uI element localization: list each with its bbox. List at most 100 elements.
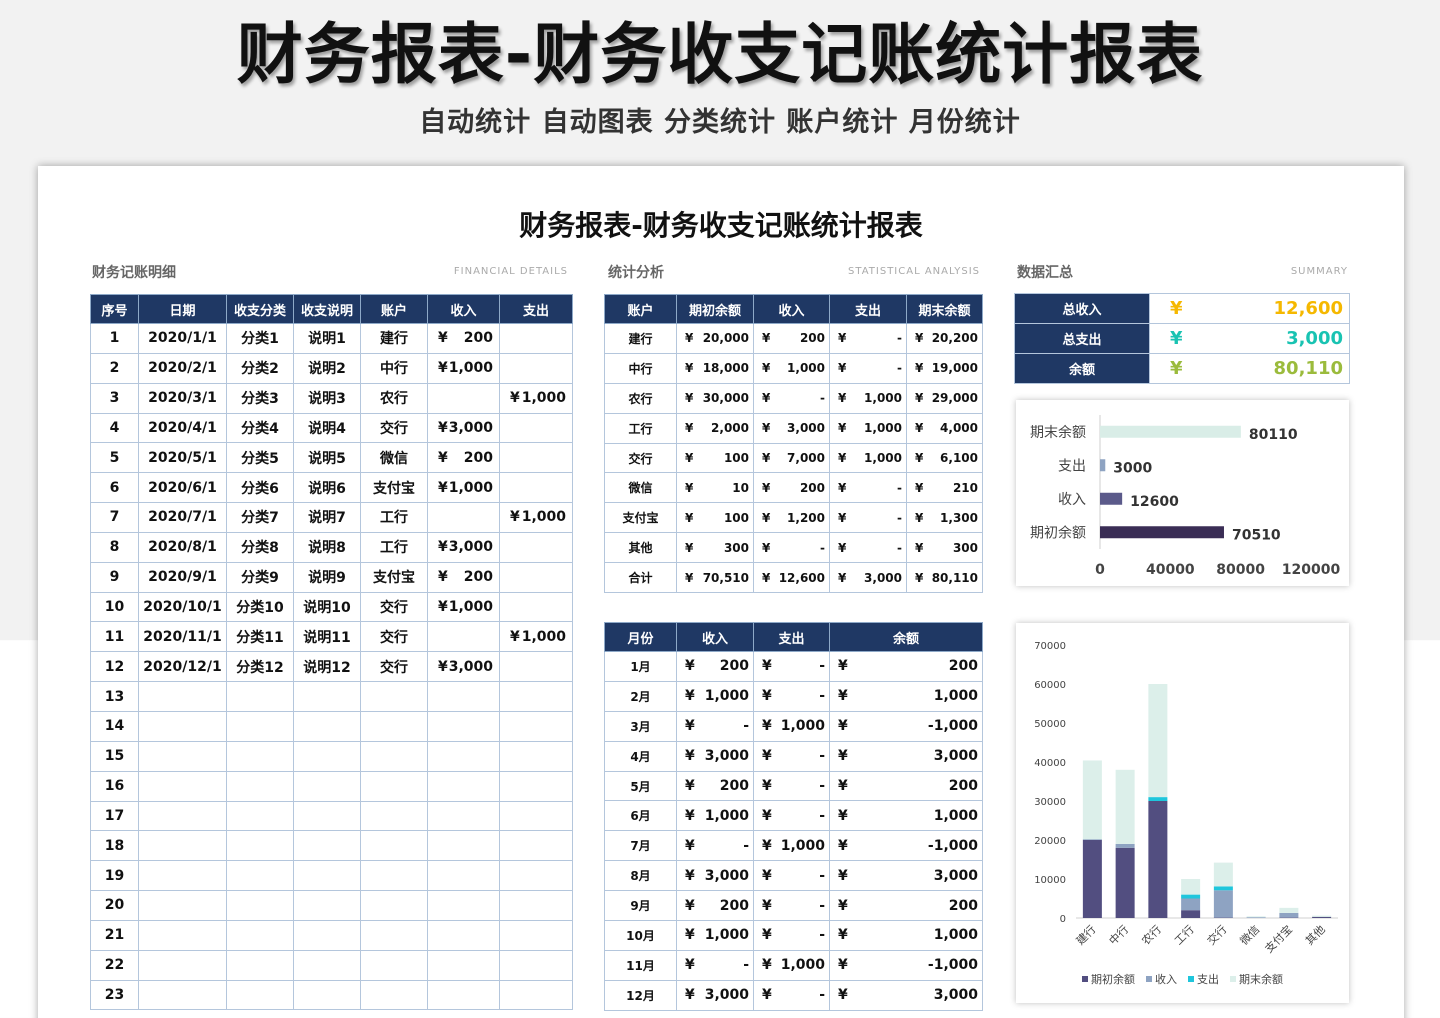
- income-cell: [427, 979, 500, 1011]
- summary-value-wrap: ¥80,110: [1151, 358, 1349, 379]
- account-amount-cell-wrap: ¥6,100: [908, 451, 982, 465]
- detail-cell: [293, 830, 361, 862]
- summary-label: 总支出: [1014, 323, 1150, 354]
- month-amount-cell: ¥3,000: [829, 740, 983, 772]
- account-amount-cell-wrap: ¥210: [908, 481, 982, 495]
- stack-segment-3: [1082, 760, 1102, 840]
- month-amount-cell-wrap: ¥ -1,000: [831, 957, 982, 973]
- detail-cell: [138, 710, 227, 742]
- month-amount-cell-wrap: ¥ -: [755, 748, 829, 764]
- account-amount-cell: ¥4,000: [906, 412, 983, 444]
- account-amount-cell-wrap: ¥3,000: [755, 421, 829, 435]
- currency-symbol: ¥: [685, 361, 694, 376]
- detail-cell: 分类11: [226, 621, 294, 653]
- stat-section-en: STATISTICAL ANALYSIS: [848, 266, 980, 277]
- expense-cell-value: 1,000: [521, 628, 566, 645]
- month-amount-cell-wrap: ¥ -1,000: [831, 718, 982, 734]
- detail-cell: 12: [90, 651, 139, 683]
- month-amount-cell-value: 1,000: [933, 688, 978, 705]
- month-name-cell: 7月: [604, 830, 677, 862]
- account-amount-cell: ¥3,000: [753, 412, 830, 444]
- month-amount-cell: ¥1,000: [676, 920, 754, 951]
- income-cell: [427, 800, 500, 832]
- stack-segment-0: [1115, 847, 1135, 918]
- x-category-label: 微信: [1237, 922, 1262, 947]
- account-amount-cell-value: -: [897, 361, 902, 376]
- currency-symbol: ¥: [762, 658, 772, 675]
- detail-cell: 支付宝: [360, 561, 428, 593]
- currency-symbol: ¥: [685, 837, 695, 854]
- detail-cell: 13: [90, 681, 139, 712]
- account-amount-cell-value: -: [897, 331, 902, 346]
- detail-cell: 2020/9/1: [138, 561, 227, 593]
- detail-cell: 说明12: [293, 651, 361, 683]
- stack-segment-0: [1312, 916, 1332, 918]
- month-amount-cell-wrap: ¥200: [678, 898, 753, 914]
- month-amount-cell-value: -: [743, 837, 749, 854]
- account-amount-cell-wrap: ¥3,000: [831, 570, 906, 585]
- table-row: 11月 ¥ - ¥1,000 ¥ -1,000: [604, 949, 983, 981]
- detail-cell: 17: [90, 800, 139, 832]
- currency-symbol: ¥: [685, 658, 695, 675]
- currency-symbol: ¥: [438, 449, 448, 466]
- detail-cell: [138, 830, 227, 862]
- income-cell-wrap: ¥1,000: [429, 599, 499, 615]
- table-row: 1月 ¥200 ¥ - ¥200: [604, 651, 983, 682]
- currency-symbol: ¥: [685, 421, 694, 436]
- stack-segment-3: [1115, 769, 1135, 844]
- summary-bar-chart-svg: 期末余额 80110 支出 3000 收入 12600 期初余额 70510 0 40000 800…: [1030, 415, 1341, 578]
- detail-cell: [360, 919, 428, 951]
- month-amount-cell-wrap: ¥1,000: [755, 718, 829, 734]
- month-amount-cell-value: -: [743, 957, 749, 974]
- legend-swatch-1: [1146, 976, 1152, 982]
- month-amount-cell-value: 200: [948, 897, 978, 914]
- account-amount-cell-wrap: ¥20,200: [908, 331, 982, 346]
- summary-value: 12,600: [1273, 298, 1343, 319]
- summary-value-wrap: ¥3,000: [1151, 328, 1349, 349]
- income-cell-wrap: ¥1,000: [429, 480, 499, 496]
- detail-cell: 2020/8/1: [138, 531, 227, 563]
- month-amount-cell: ¥200: [676, 770, 754, 802]
- month-amount-cell: ¥1,000: [753, 710, 830, 742]
- category-label: 期初余额: [1030, 524, 1086, 541]
- detail-cell: 16: [90, 770, 139, 802]
- account-amount-cell-value: 20,200: [931, 331, 978, 346]
- account-amount-cell-value: -: [820, 540, 825, 555]
- account-amount-cell-value: 4,000: [940, 421, 978, 436]
- expense-cell: [499, 740, 573, 772]
- expense-cell: [499, 770, 573, 802]
- expense-cell: [499, 472, 573, 504]
- account-amount-cell-wrap: ¥100: [678, 510, 753, 525]
- table-row: 5月 ¥200 ¥ - ¥200: [604, 770, 983, 802]
- detail-cell: [293, 770, 361, 802]
- currency-symbol: ¥: [838, 421, 847, 436]
- currency-symbol: ¥: [838, 778, 848, 794]
- account-name-cell: 建行: [604, 323, 677, 354]
- month-amount-cell: ¥ -: [676, 710, 754, 742]
- month-amount-cell-wrap: ¥1,000: [755, 957, 829, 973]
- table-row: 19: [90, 860, 573, 892]
- month-amount-cell-wrap: ¥3,000: [678, 868, 753, 884]
- detail-cell: [293, 860, 361, 892]
- account-amount-cell-value: 19,000: [931, 361, 978, 376]
- table-row: 3 2020/3/1 分类3 说明3 农行 ¥1,000: [90, 382, 573, 414]
- account-amount-cell-wrap: ¥29,000: [908, 391, 982, 405]
- account-amount-cell: ¥29,000: [906, 382, 983, 414]
- currency-symbol: ¥: [685, 451, 694, 465]
- currency-symbol: ¥: [915, 361, 924, 376]
- detail-cell: 2020/1/1: [138, 323, 227, 354]
- x-category-label: 其他: [1303, 923, 1328, 948]
- account-amount-cell-value: 1,000: [787, 361, 825, 376]
- summary-value-cell: ¥12,600: [1149, 293, 1350, 324]
- month-amount-cell-wrap: ¥200: [678, 658, 753, 675]
- legend-label: 期初余额: [1091, 972, 1135, 986]
- account-amount-cell-wrap: ¥300: [678, 541, 753, 555]
- month-name-cell: 1月: [604, 651, 677, 682]
- table-row: 8月 ¥3,000 ¥ - ¥3,000: [604, 860, 983, 892]
- table-row: 11 2020/11/1 分类11 说明11 交行 ¥1,000: [90, 621, 573, 653]
- account-amount-cell-value: 100: [723, 510, 749, 525]
- currency-symbol: ¥: [762, 987, 772, 1004]
- x-tick-label: 0: [1095, 562, 1105, 578]
- currency-symbol: ¥: [838, 570, 847, 585]
- x-tick-label: 120000: [1282, 562, 1341, 578]
